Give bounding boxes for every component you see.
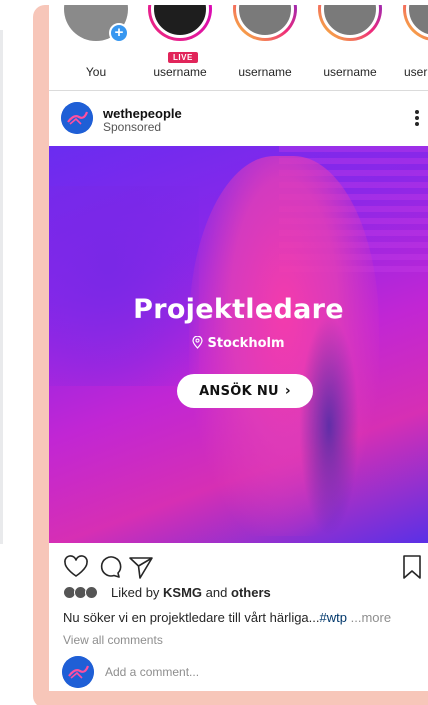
story-ring: [148, 5, 212, 41]
story-item[interactable]: username: [220, 5, 304, 90]
view-all-comments-link[interactable]: View all comments: [63, 633, 163, 647]
ad-title: Projektledare: [133, 294, 344, 325]
avatar: [85, 586, 98, 599]
ad-image[interactable]: Projektledare Stockholm ANSÖK NU ›: [49, 146, 428, 543]
story-username: username: [323, 65, 377, 79]
post-actions: [49, 543, 428, 591]
ad-background-shape: [49, 186, 199, 386]
wethepeople-logo-icon: [62, 656, 94, 688]
heart-icon[interactable]: [62, 553, 90, 581]
apply-now-label: ANSÖK NU: [199, 384, 279, 399]
likes-summary[interactable]: Liked by KSMG and others: [63, 585, 271, 603]
comment-icon[interactable]: [96, 553, 124, 581]
story-username: You: [85, 65, 107, 79]
story-ring: [318, 5, 382, 41]
avatar: [321, 5, 379, 38]
story-username: username: [153, 65, 207, 79]
my-avatar: [62, 656, 94, 688]
hashtag-link[interactable]: #wtp: [320, 610, 347, 625]
story-username: user: [404, 65, 428, 79]
story-ring: [233, 5, 297, 41]
share-icon[interactable]: [127, 553, 155, 581]
liker-name[interactable]: KSMG: [163, 585, 202, 600]
apply-now-button[interactable]: ANSÖK NU ›: [177, 374, 313, 408]
story-item[interactable]: username: [305, 5, 389, 90]
add-story-icon[interactable]: +: [109, 23, 129, 43]
story-you[interactable]: + You: [51, 5, 135, 90]
ad-location: Stockholm: [49, 335, 428, 351]
wethepeople-logo-icon: [61, 102, 93, 134]
post-header: wethepeople Sponsored: [49, 100, 428, 140]
avatar: [406, 5, 428, 38]
account-name[interactable]: wethepeople: [103, 106, 182, 121]
bookmark-icon[interactable]: [398, 553, 426, 581]
add-comment-input[interactable]: Add a comment...: [105, 665, 199, 679]
chevron-right-icon: ›: [284, 383, 291, 399]
story-username: username: [238, 65, 292, 79]
more-options-icon[interactable]: [414, 108, 420, 128]
liker-avatars: [63, 586, 103, 599]
others-link[interactable]: others: [231, 585, 271, 600]
caption-more-link[interactable]: ...more: [351, 610, 391, 625]
sponsored-label: Sponsored: [103, 120, 162, 134]
story-ring: [403, 5, 428, 41]
post-caption: Nu söker vi en projektledare till vårt h…: [63, 610, 425, 625]
add-comment-row: Add a comment...: [49, 654, 428, 690]
liked-by-label: Liked by: [111, 585, 160, 600]
ad-location-text: Stockholm: [207, 336, 285, 351]
location-pin-icon: [192, 335, 204, 349]
story-item[interactable]: user: [390, 5, 428, 90]
avatar: [236, 5, 294, 38]
caption-text: Nu söker vi en projektledare till vårt h…: [63, 610, 320, 625]
live-badge: LIVE: [167, 51, 199, 64]
feed-screen: + You LIVE username username username us…: [49, 5, 428, 691]
avatar: [151, 5, 209, 38]
account-avatar[interactable]: [61, 102, 93, 134]
left-edge-line: [0, 30, 3, 544]
story-item[interactable]: LIVE username: [135, 5, 219, 90]
stories-bar: + You LIVE username username username us…: [49, 5, 428, 90]
divider: [49, 90, 428, 91]
and-label: and: [205, 585, 228, 600]
